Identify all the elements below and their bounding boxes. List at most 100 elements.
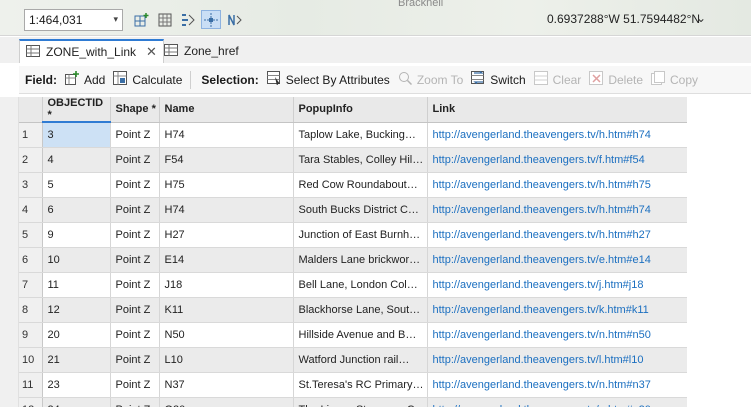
cell-objectid[interactable]: 4 bbox=[42, 147, 111, 173]
cell-shape[interactable]: Point Z bbox=[110, 122, 160, 148]
row-number[interactable]: 10 bbox=[19, 347, 43, 373]
cell-link[interactable]: http://avengerland.theavengers.tv/j.htm#… bbox=[427, 272, 687, 298]
row-number[interactable]: 8 bbox=[19, 297, 43, 323]
cell-popupinfo[interactable]: Junction of East Burnh… bbox=[293, 222, 428, 248]
cell-objectid[interactable]: 10 bbox=[42, 247, 111, 273]
cell-name[interactable]: H74 bbox=[159, 122, 294, 148]
cell-objectid[interactable]: 24 bbox=[42, 397, 111, 407]
cell-popupinfo[interactable]: The Limes, Stanmore C… bbox=[293, 397, 428, 407]
column-header-link[interactable]: Link bbox=[427, 97, 687, 123]
cell-objectid[interactable]: 6 bbox=[42, 197, 111, 223]
cell-name[interactable]: F54 bbox=[159, 147, 294, 173]
table-row[interactable]: 5 9 Point Z H27 Junction of East Burnh… http:… bbox=[19, 222, 687, 248]
table-row[interactable]: 6 10 Point Z E14 Malders Lane brickwor… http:… bbox=[19, 247, 687, 273]
cell-link[interactable]: http://avengerland.theavengers.tv/l.htm#… bbox=[427, 347, 687, 373]
row-number[interactable]: 5 bbox=[19, 222, 43, 248]
cell-name[interactable]: N37 bbox=[159, 372, 294, 398]
cell-shape[interactable]: Point Z bbox=[110, 147, 160, 173]
cell-name[interactable]: O20 bbox=[159, 397, 294, 407]
cell-shape[interactable]: Point Z bbox=[110, 272, 160, 298]
table-row[interactable]: 7 11 Point Z J18 Bell Lane, London Col… http:… bbox=[19, 272, 687, 298]
zoom-to-button[interactable]: Zoom To bbox=[394, 69, 467, 91]
table-row[interactable]: 1224Point ZO20The Limes, Stanmore C…http… bbox=[19, 397, 687, 407]
north-arrow-icon[interactable] bbox=[224, 10, 244, 29]
switch-button[interactable]: Switch bbox=[467, 69, 529, 91]
row-number[interactable]: 1 bbox=[19, 122, 43, 148]
cell-popupinfo[interactable]: South Bucks District C… bbox=[293, 197, 428, 223]
cell-shape[interactable]: Point Z bbox=[110, 197, 160, 223]
cell-objectid[interactable]: 23 bbox=[42, 372, 111, 398]
cell-link[interactable]: http://avengerland.theavengers.tv/n.htm#… bbox=[427, 372, 687, 398]
cell-link[interactable]: http://avengerland.theavengers.tv/k.htm#… bbox=[427, 297, 687, 323]
column-header-popupinfo[interactable]: PopupInfo bbox=[293, 97, 428, 123]
column-header-objectid[interactable]: OBJECTID * bbox=[42, 97, 111, 123]
cell-name[interactable]: L10 bbox=[159, 347, 294, 373]
cell-link[interactable]: http://avengerland.theavengers.tv/o.htm#… bbox=[427, 397, 687, 407]
cell-shape[interactable]: Point Z bbox=[110, 397, 160, 407]
row-number[interactable]: 6 bbox=[19, 247, 43, 273]
cell-popupinfo[interactable]: Blackhorse Lane, Sout… bbox=[293, 297, 428, 323]
cell-objectid[interactable]: 21 bbox=[42, 347, 111, 373]
row-number[interactable]: 7 bbox=[19, 272, 43, 298]
chevron-down-icon[interactable]: ⌄ bbox=[696, 11, 706, 25]
cell-popupinfo[interactable]: St.Teresa's RC Primary… bbox=[293, 372, 428, 398]
grid-snap-icon[interactable] bbox=[201, 10, 221, 29]
table-icon[interactable] bbox=[155, 10, 175, 29]
row-number[interactable]: 3 bbox=[19, 172, 43, 198]
cell-name[interactable]: H75 bbox=[159, 172, 294, 198]
table-row[interactable]: 1 3 Point Z H74 Taplow Lake, Bucking… http://… bbox=[19, 122, 687, 148]
cell-name[interactable]: H27 bbox=[159, 222, 294, 248]
cell-link[interactable]: http://avengerland.theavengers.tv/n.htm#… bbox=[427, 322, 687, 348]
row-number[interactable]: 4 bbox=[19, 197, 43, 223]
table-row[interactable]: 4 6 Point Z H74 South Bucks District C… http:… bbox=[19, 197, 687, 223]
row-number[interactable]: 9 bbox=[19, 322, 43, 348]
clear-button[interactable]: Clear bbox=[530, 69, 586, 91]
cell-shape[interactable]: Point Z bbox=[110, 222, 160, 248]
map-scale-dropdown[interactable]: 1:464,031 ▾ bbox=[24, 9, 123, 31]
table-row[interactable]: 2 4 Point Z F54 Tara Stables, Colley Hil… htt… bbox=[19, 147, 687, 173]
delete-button[interactable]: Delete bbox=[585, 69, 647, 91]
cell-popupinfo[interactable]: Tara Stables, Colley Hil… bbox=[293, 147, 428, 173]
row-number[interactable]: 2 bbox=[19, 147, 43, 173]
copy-button[interactable]: Copy bbox=[647, 69, 702, 91]
column-header-shape[interactable]: Shape * bbox=[110, 97, 160, 123]
cell-link[interactable]: http://avengerland.theavengers.tv/h.htm#… bbox=[427, 197, 687, 223]
cell-popupinfo[interactable]: Red Cow Roundabout… bbox=[293, 172, 428, 198]
cell-link[interactable]: http://avengerland.theavengers.tv/f.htm#… bbox=[427, 147, 687, 173]
cell-popupinfo[interactable]: Malders Lane brickwor… bbox=[293, 247, 428, 273]
cell-shape[interactable]: Point Z bbox=[110, 347, 160, 373]
cell-name[interactable]: H74 bbox=[159, 197, 294, 223]
column-header-name[interactable]: Name bbox=[159, 97, 294, 123]
table-row[interactable]: 8 12 Point Z K11 Blackhorse Lane, Sout… http:… bbox=[19, 297, 687, 323]
tab-zone-with-link[interactable]: ZONE_with_Link ✕ bbox=[19, 39, 164, 63]
cell-link[interactable]: http://avengerland.theavengers.tv/h.htm#… bbox=[427, 122, 687, 148]
select-by-attributes-button[interactable]: Select By Attributes bbox=[263, 69, 394, 91]
add-field-button[interactable]: Add bbox=[61, 69, 109, 91]
cell-shape[interactable]: Point Z bbox=[110, 372, 160, 398]
cell-objectid[interactable]: 3 bbox=[42, 122, 111, 148]
cell-name[interactable]: N50 bbox=[159, 322, 294, 348]
cell-objectid[interactable]: 20 bbox=[42, 322, 111, 348]
cell-shape[interactable]: Point Z bbox=[110, 247, 160, 273]
cell-shape[interactable]: Point Z bbox=[110, 297, 160, 323]
cell-link[interactable]: http://avengerland.theavengers.tv/h.htm#… bbox=[427, 172, 687, 198]
cell-shape[interactable]: Point Z bbox=[110, 322, 160, 348]
cell-shape[interactable]: Point Z bbox=[110, 172, 160, 198]
table-row[interactable]: 10 21 Point Z L10 Watford Junction rail… http… bbox=[19, 347, 687, 373]
cell-popupinfo[interactable]: Bell Lane, London Col… bbox=[293, 272, 428, 298]
snapping-icon[interactable] bbox=[178, 10, 198, 29]
close-icon[interactable]: ✕ bbox=[146, 44, 157, 60]
cell-name[interactable]: E14 bbox=[159, 247, 294, 273]
cell-objectid[interactable]: 12 bbox=[42, 297, 111, 323]
row-number[interactable]: 12 bbox=[19, 397, 43, 407]
table-row[interactable]: 11 23 Point Z N37 St.Teresa's RC Primary… htt… bbox=[19, 372, 687, 398]
cell-link[interactable]: http://avengerland.theavengers.tv/h.htm#… bbox=[427, 222, 687, 248]
cell-popupinfo[interactable]: Taplow Lake, Bucking… bbox=[293, 122, 428, 148]
cell-name[interactable]: K11 bbox=[159, 297, 294, 323]
row-number[interactable]: 11 bbox=[19, 372, 43, 398]
cell-popupinfo[interactable]: Watford Junction rail… bbox=[293, 347, 428, 373]
table-row[interactable]: 9 20 Point Z N50 Hillside Avenue and B… http:… bbox=[19, 322, 687, 348]
cell-name[interactable]: J18 bbox=[159, 272, 294, 298]
table-row[interactable]: 3 5 Point Z H75 Red Cow Roundabout… http://av… bbox=[19, 172, 687, 198]
calculate-button[interactable]: Calculate bbox=[109, 69, 186, 91]
